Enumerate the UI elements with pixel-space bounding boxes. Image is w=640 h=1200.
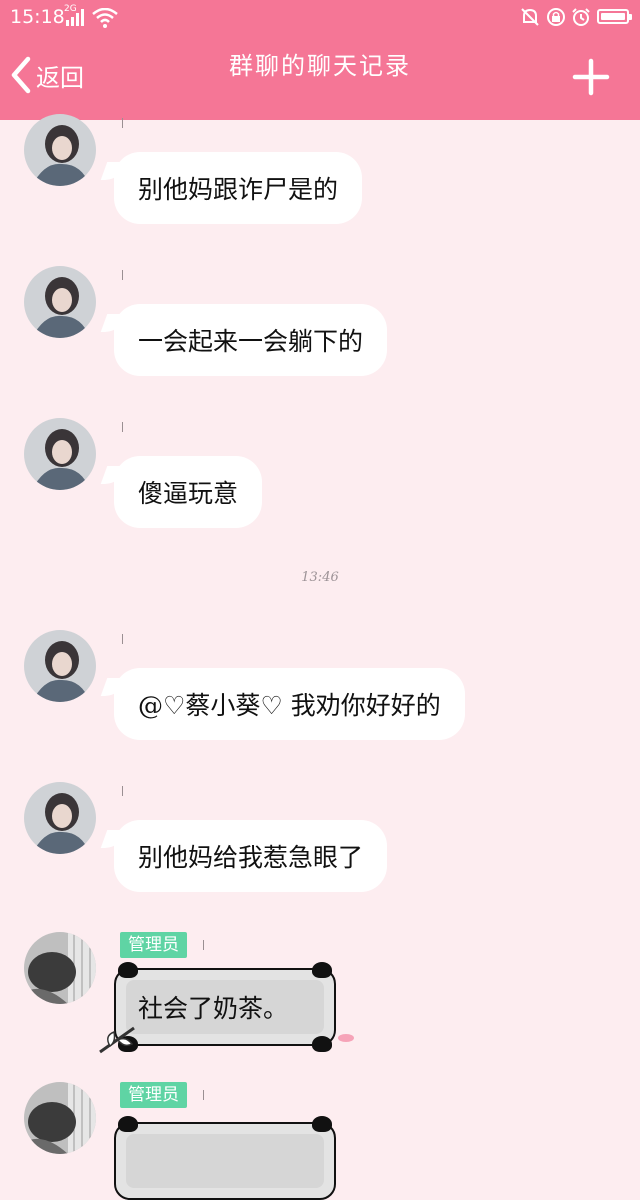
avatar[interactable] — [24, 1082, 96, 1154]
message-bubble[interactable]: 别他妈给我惹急眼了 — [114, 820, 388, 892]
alarm-icon — [572, 8, 590, 26]
battery-icon — [597, 9, 632, 24]
avatar[interactable] — [24, 630, 96, 702]
message-text: 社会了奶茶。 — [126, 980, 324, 1034]
sender-name — [122, 786, 123, 796]
status-time: 15:18 — [10, 6, 65, 28]
message-bubble[interactable]: 一会起来一会躺下的 — [114, 304, 388, 376]
plus-icon[interactable] — [572, 58, 610, 96]
admin-badge: 管理员 — [120, 932, 187, 958]
sender-name — [203, 1090, 204, 1100]
avatar[interactable] — [24, 266, 96, 338]
sender-name — [122, 422, 123, 432]
signal-icon — [66, 9, 84, 26]
avatar[interactable] — [24, 932, 96, 1004]
silent-bell-icon — [521, 8, 539, 26]
message-bubble[interactable] — [114, 1116, 336, 1200]
message-text — [126, 1134, 324, 1188]
bamboo-decoration-icon — [99, 1026, 135, 1054]
message-bubble[interactable]: 傻逼玩意 — [114, 456, 263, 528]
lock-rotation-icon — [547, 8, 565, 26]
sender-name — [122, 270, 123, 280]
wifi-icon — [92, 8, 118, 28]
avatar[interactable] — [24, 782, 96, 854]
avatar[interactable] — [24, 418, 96, 490]
sender-name — [122, 118, 123, 128]
message-bubble[interactable]: 别他妈跟诈尸是的 — [114, 152, 363, 224]
admin-badge: 管理员 — [120, 1082, 187, 1108]
page-title: 群聊的聊天记录 — [229, 52, 411, 80]
message-bubble[interactable]: @♡蔡小葵♡ 我劝你好好的 — [114, 668, 465, 740]
sender-name — [203, 940, 204, 950]
sender-name — [122, 634, 123, 644]
blush-decoration-icon — [338, 1034, 354, 1042]
status-bar: 15:18 2G — [0, 0, 640, 34]
message-timestamp: 13:46 — [301, 570, 339, 585]
avatar[interactable] — [24, 114, 96, 186]
message-bubble[interactable]: 社会了奶茶。 — [114, 962, 336, 1052]
title-bar: 返回 群聊的聊天记录 — [0, 34, 640, 120]
